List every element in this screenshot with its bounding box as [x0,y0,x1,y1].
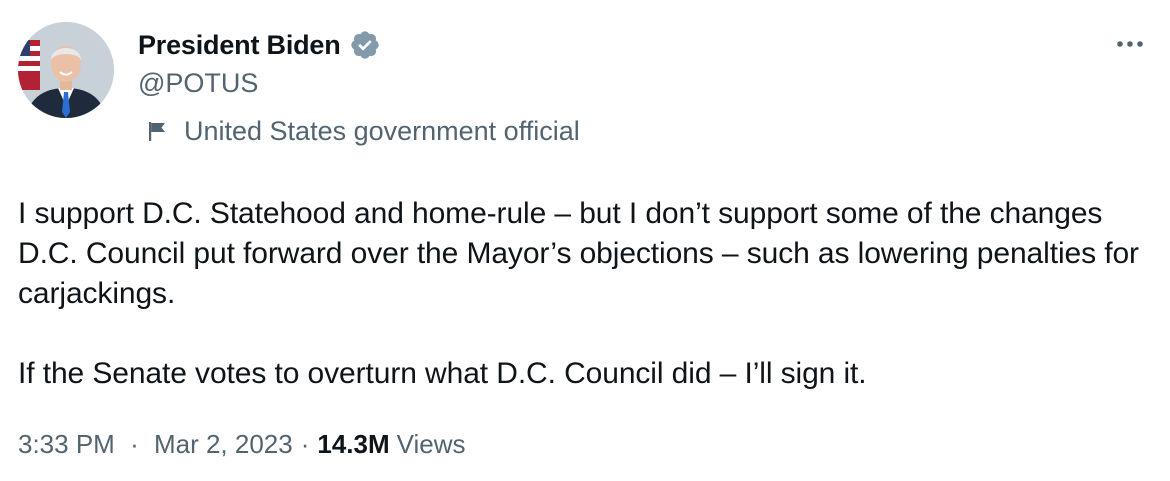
views-link[interactable]: 14.3M Views [317,429,465,460]
tweet-card: President Biden @POTUS United States gov… [0,0,1170,481]
tweet-meta: 3:33 PM · Mar 2, 2023 · 14.3M Views [18,424,466,464]
separator: · [300,428,310,459]
more-horizontal-icon [1117,41,1143,47]
verified-badge-icon[interactable] [349,29,381,61]
tweet-time: 3:33 PM [18,428,115,459]
avatar-photo [18,22,114,118]
affiliation-label: United States government official [184,115,580,146]
tweet-text: I support D.C. Statehood and home-rule –… [18,194,1158,394]
affiliation-row[interactable]: United States government official [146,113,580,149]
separator: · [130,428,139,459]
display-name[interactable]: President Biden [138,30,341,61]
tweet-time-link[interactable]: 3:33 PM · Mar 2, 2023 [18,429,293,460]
avatar[interactable] [18,22,114,118]
views-count: 14.3M [317,428,390,459]
views-label: Views [396,428,466,459]
tweet-date: Mar 2, 2023 [153,428,293,459]
flag-icon [146,119,170,143]
tweet-paragraph: If the Senate votes to overturn what D.C… [18,357,867,390]
display-name-row: President Biden [138,26,381,64]
tweet-paragraph: I support D.C. Statehood and home-rule –… [18,197,1139,310]
more-button[interactable] [1110,30,1150,58]
handle[interactable]: @POTUS [138,68,258,99]
